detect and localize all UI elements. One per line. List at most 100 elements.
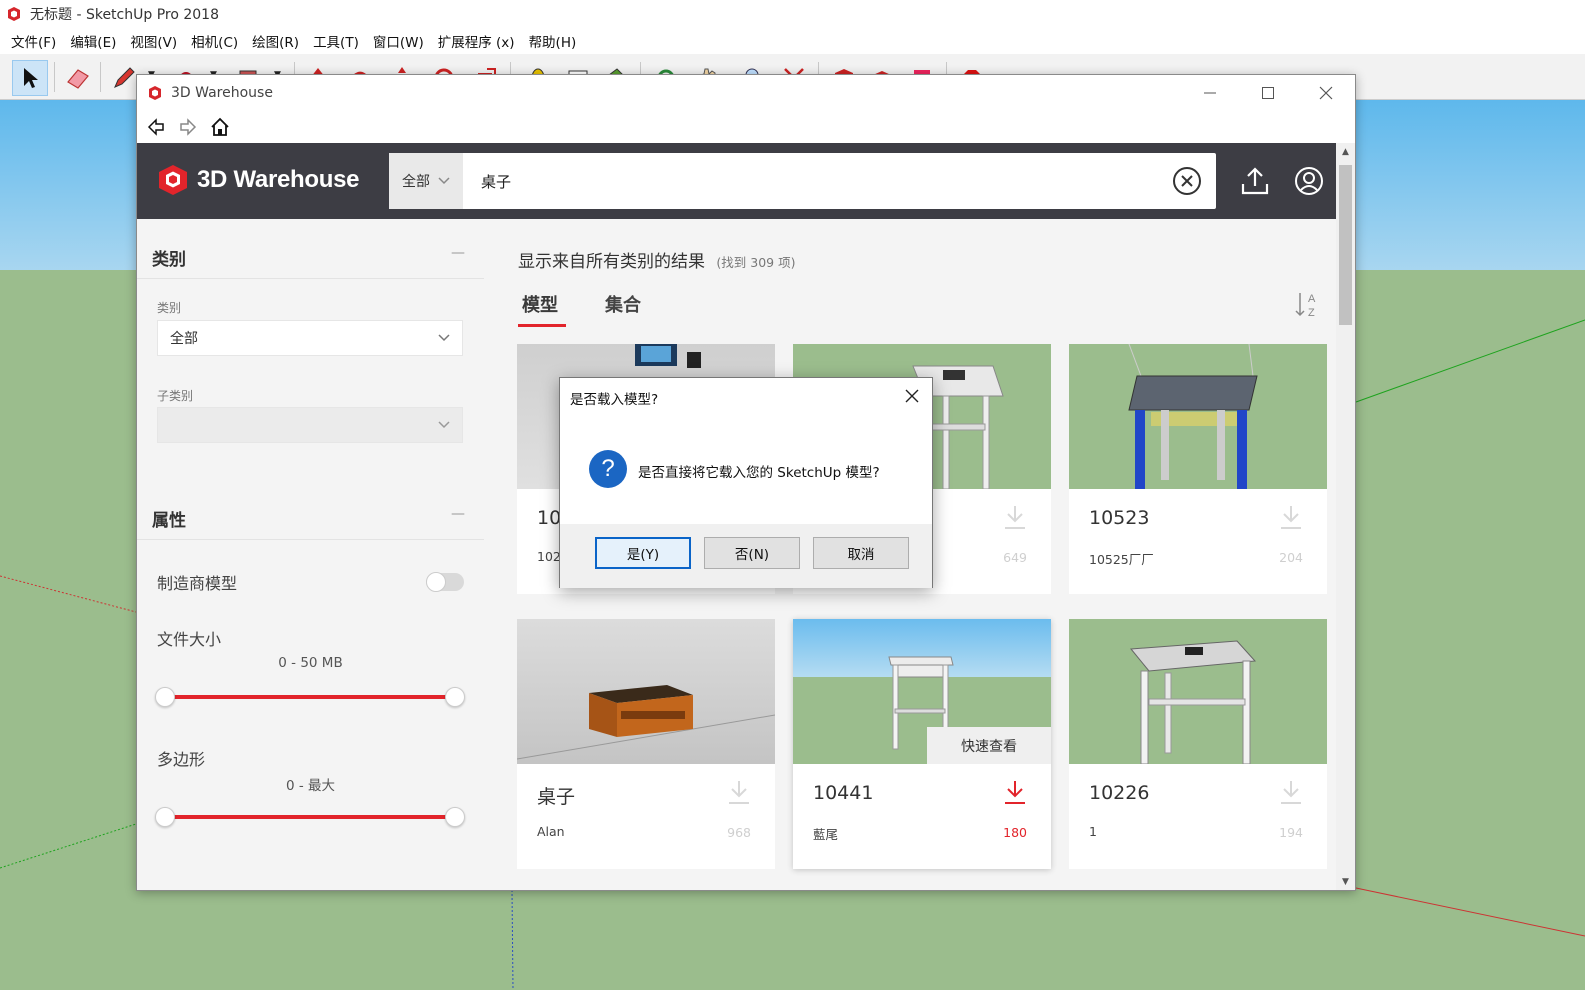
menu-window[interactable]: 窗口(W) [366,31,431,51]
model-card[interactable]: 10226 1 194 [1069,619,1327,869]
warehouse-logo[interactable]: 3D Warehouse [155,163,360,197]
user-account-icon[interactable] [1294,166,1324,196]
scroll-down-arrow-icon[interactable]: ▼ [1340,877,1351,888]
menu-extensions[interactable]: 扩展程序 (x) [431,31,522,51]
chevron-down-icon [438,177,450,185]
search-bar: 全部 [389,153,1216,209]
maximize-button[interactable] [1239,75,1297,111]
model-thumbnail-image [517,685,775,760]
model-name[interactable]: 桌子 [537,782,575,809]
menu-edit[interactable]: 编辑(E) [63,31,123,51]
menu-help[interactable]: 帮助(H) [522,31,584,51]
minimize-icon [1204,92,1216,94]
category-select[interactable]: 全部 [157,320,463,356]
model-author[interactable]: 1 [1089,824,1097,839]
minimize-button[interactable] [1181,75,1239,111]
model-author[interactable]: 藍尾 [813,824,838,843]
model-card[interactable]: 快速查看 10441 藍尾 180 [793,619,1051,869]
category-select-value: 全部 [170,331,198,347]
download-count: 180 [1003,825,1027,840]
search-scope-dropdown[interactable]: 全部 [389,153,463,209]
attributes-collapse-button[interactable]: — [451,506,465,522]
svg-text:A: A [1308,293,1316,305]
sort-az-icon[interactable]: A Z [1292,289,1322,319]
warehouse-titlebar: 3D Warehouse [137,75,1355,111]
category-collapse-button[interactable]: — [451,245,465,261]
back-arrow-icon [147,118,164,136]
model-name[interactable]: 10226 [1089,782,1149,804]
subcategory-select[interactable] [157,407,463,443]
scroll-up-arrow-icon[interactable]: ▲ [1340,147,1351,158]
menu-camera[interactable]: 相机(C) [184,31,245,51]
polygons-label: 多边形 [157,750,206,769]
model-card[interactable]: 桌子 Alan 968 [517,619,775,869]
home-button[interactable] [209,116,231,138]
scrollbar-thumb[interactable] [1339,165,1352,325]
results-count: (找到 309 项) [716,255,796,270]
category-label: 类别 [157,301,182,315]
warehouse-window-title: 3D Warehouse [171,85,273,101]
model-thumbnail[interactable] [1069,344,1327,489]
menu-tools[interactable]: 工具(T) [306,31,366,51]
yes-button[interactable]: 是(Y) [595,537,691,569]
search-input[interactable] [481,167,1151,195]
slider-min-handle[interactable] [155,807,175,827]
file-size-slider[interactable] [155,687,465,707]
model-card[interactable]: 10523 10525厂厂 204 [1069,344,1327,594]
sketchup-logo-icon [8,7,20,21]
upload-icon[interactable] [1240,166,1270,196]
download-icon[interactable] [1279,779,1303,805]
model-thumbnail[interactable]: 快速查看 [793,619,1051,764]
polygons-slider[interactable] [155,807,465,827]
divider [137,278,484,279]
model-author[interactable]: Alan [537,824,565,839]
forward-button[interactable] [177,116,199,138]
warehouse-navbar [137,111,1355,143]
close-icon [1319,86,1333,100]
menu-draw[interactable]: 绘图(R) [245,31,306,51]
app-titlebar: 无标题 - SketchUp Pro 2018 [0,0,1585,28]
download-count: 194 [1279,825,1303,840]
tab-collections[interactable]: 集合 [605,291,641,317]
model-name[interactable]: 10 [537,507,561,529]
download-icon[interactable] [727,779,751,805]
download-count: 204 [1279,550,1303,565]
manufacturer-model-label: 制造商模型 [157,574,238,593]
model-thumbnail[interactable] [1069,619,1327,764]
model-author[interactable]: 10525厂厂 [1089,549,1154,568]
warehouse-window-icon [149,86,161,100]
quick-view-button[interactable]: 快速查看 [927,727,1051,764]
download-icon[interactable] [1279,504,1303,530]
window-close-button[interactable] [1297,75,1355,111]
clear-search-icon[interactable] [1172,166,1202,196]
no-button[interactable]: 否(N) [704,537,800,569]
select-tool-button[interactable] [12,60,48,96]
download-icon[interactable] [1003,779,1027,805]
home-icon [211,117,229,136]
model-thumbnail[interactable] [517,619,775,764]
filter-sidebar: 类别 — 类别 全部 子类别 属性 — 制造商模型 文件大小 0 - 50 MB [137,219,484,890]
slider-min-handle[interactable] [155,687,175,707]
model-author[interactable]: 102 [537,549,561,564]
eraser-tool-button[interactable] [60,60,96,96]
divider [137,539,484,540]
chevron-down-icon [438,334,450,342]
model-name[interactable]: 10441 [813,782,873,804]
back-button[interactable] [145,116,167,138]
tab-models[interactable]: 模型 [522,291,558,317]
dialog-message: 是否直接将它载入您的 SketchUp 模型? [638,465,880,481]
results-heading-text: 显示来自所有类别的结果 [518,252,705,272]
model-name[interactable]: 10523 [1089,507,1149,529]
menu-file[interactable]: 文件(F) [4,31,63,51]
forward-arrow-icon [180,118,197,136]
dialog-close-icon[interactable] [902,386,922,406]
menu-view[interactable]: 视图(V) [123,31,184,51]
cancel-button[interactable]: 取消 [813,537,909,569]
download-icon[interactable] [1003,504,1027,530]
warehouse-scrollbar[interactable]: ▲ ▼ [1336,143,1355,890]
slider-max-handle[interactable] [445,807,465,827]
manufacturer-model-toggle[interactable] [426,572,464,592]
slider-max-handle[interactable] [445,687,465,707]
search-scope-label: 全部 [402,174,430,190]
maximize-icon [1262,87,1274,99]
